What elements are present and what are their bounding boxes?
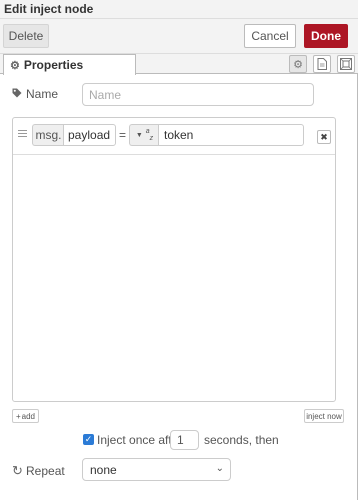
inject-once-seconds-input[interactable]: 1 xyxy=(170,430,199,450)
done-button[interactable]: Done xyxy=(304,24,348,48)
inject-now-button[interactable]: inject now xyxy=(304,409,344,423)
dialog-title: Edit inject node xyxy=(4,2,94,16)
gear-icon: ⚙ xyxy=(10,59,20,72)
property-row: msg. payload = ▼ az token ✖ xyxy=(13,118,335,155)
remove-row-button[interactable]: ✖ xyxy=(317,130,331,144)
check-icon: ✓ xyxy=(84,434,93,444)
gear-icon: ⚙ xyxy=(293,58,303,71)
repeat-select[interactable]: none ⌄ xyxy=(82,458,231,481)
seconds-suffix-label: seconds, then xyxy=(204,433,279,447)
delete-button[interactable]: Delete xyxy=(3,24,49,48)
string-type-icon: az xyxy=(145,128,154,142)
name-label: Name xyxy=(12,87,58,101)
property-list: msg. payload = ▼ az token ✖ xyxy=(12,117,336,402)
property-field-input[interactable]: payload xyxy=(63,124,116,146)
chevron-down-icon: ⌄ xyxy=(215,463,224,474)
tab-description[interactable] xyxy=(313,55,331,73)
plus-icon: + xyxy=(15,411,21,421)
repeat-select-value: none xyxy=(90,462,117,477)
edit-dialog: Edit inject node Delete Cancel Done ⚙ Pr… xyxy=(0,0,358,500)
tab-appearance[interactable] xyxy=(337,55,355,73)
add-property-label: add xyxy=(21,411,36,421)
close-icon: ✖ xyxy=(320,131,328,142)
appearance-icon xyxy=(340,58,352,70)
tab-properties-label: Properties xyxy=(23,58,84,72)
tab-properties[interactable]: ⚙ Properties xyxy=(3,54,136,75)
tag-icon xyxy=(12,88,22,101)
repeat-label-text: Repeat xyxy=(26,464,65,478)
repeat-icon: ↻ xyxy=(12,463,23,478)
repeat-label: ↻ Repeat xyxy=(12,463,65,479)
name-label-text: Name xyxy=(26,87,59,101)
tab-settings[interactable]: ⚙ xyxy=(289,55,307,73)
msg-prefix-selector[interactable]: msg. xyxy=(32,124,64,146)
inject-once-checkbox[interactable]: ✓ xyxy=(83,434,94,445)
value-type-selector[interactable]: ▼ az xyxy=(129,124,159,146)
dialog-toolbar: Delete Cancel Done xyxy=(0,19,358,54)
tab-bar: ⚙ Properties ⚙ xyxy=(0,54,358,75)
description-icon xyxy=(317,58,327,70)
equals-sign: = xyxy=(119,128,127,142)
drag-handle-icon[interactable] xyxy=(18,130,27,139)
add-property-button[interactable]: + add xyxy=(12,409,39,423)
dialog-header: Edit inject node xyxy=(0,0,358,19)
name-input[interactable] xyxy=(82,83,314,106)
cancel-button[interactable]: Cancel xyxy=(244,24,296,48)
caret-down-icon: ▼ xyxy=(135,131,143,139)
property-value-input[interactable]: token xyxy=(158,124,304,146)
